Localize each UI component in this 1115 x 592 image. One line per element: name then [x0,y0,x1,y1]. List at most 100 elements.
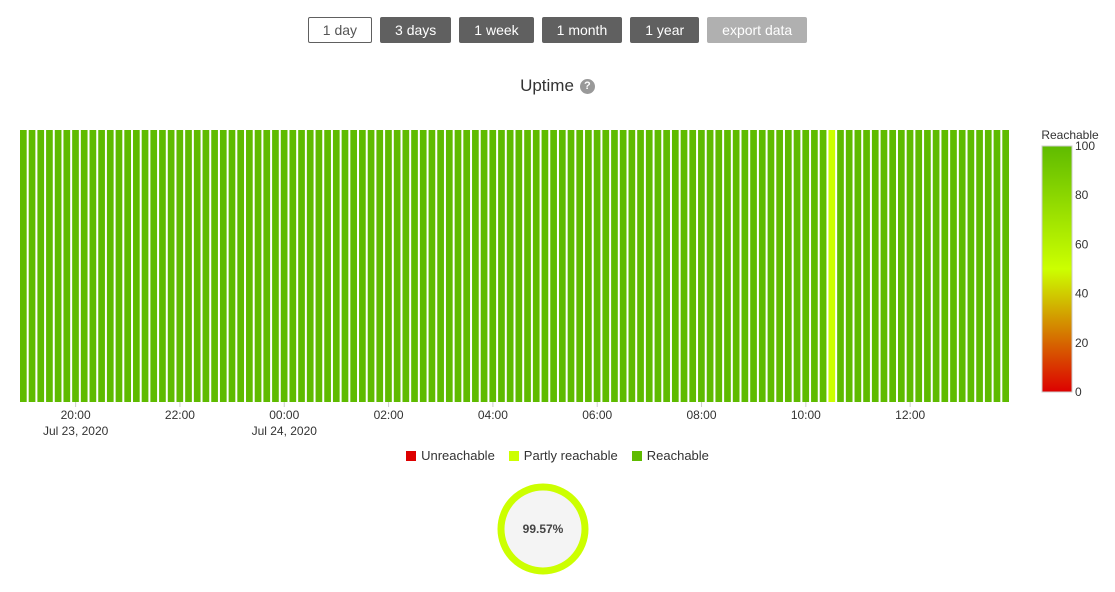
heatmap-cell[interactable] [819,130,827,402]
heatmap-cell[interactable] [298,130,305,402]
heatmap-cell[interactable] [880,130,888,402]
heatmap-cell[interactable] [984,130,992,402]
heatmap-cell[interactable] [524,130,531,402]
heatmap-cell[interactable] [611,130,618,402]
heatmap-cell[interactable] [576,130,584,402]
heatmap-cell[interactable] [628,130,636,402]
heatmap-cell[interactable] [585,130,592,402]
heatmap-cell[interactable] [567,130,575,402]
heatmap-cell[interactable] [498,130,505,402]
heatmap-cell[interactable] [72,130,79,402]
heatmap-cell[interactable] [393,130,401,402]
heatmap-cell[interactable] [37,130,45,402]
legend-item-unreachable[interactable]: Unreachable [406,448,495,463]
heatmap-cell[interactable] [359,130,366,402]
heatmap-cell[interactable] [602,130,610,402]
heatmap-cell[interactable] [341,130,349,402]
heatmap-cell[interactable] [350,130,358,402]
heatmap-cell[interactable] [315,130,323,402]
heatmap-cell[interactable] [376,130,384,402]
heatmap-cell[interactable] [550,130,557,402]
heatmap-cell[interactable] [150,130,158,402]
heatmap-cell[interactable] [741,130,749,402]
heatmap-cell[interactable] [915,130,923,402]
heatmap-cell[interactable] [167,130,175,402]
heatmap-cell[interactable] [654,130,662,402]
heatmap-cell[interactable] [263,130,271,402]
heatmap-cell[interactable] [784,130,792,402]
heatmap-cell[interactable] [454,130,462,402]
heatmap-cell[interactable] [732,130,740,402]
heatmap-cell[interactable] [89,130,97,402]
heatmap-cell[interactable] [54,130,62,402]
heatmap-cell[interactable] [211,130,218,402]
heatmap-cell[interactable] [802,130,810,402]
heatmap-cell[interactable] [1002,130,1009,402]
heatmap-cell[interactable] [489,130,497,402]
heatmap-cell[interactable] [619,130,627,402]
heatmap-cell[interactable] [811,130,818,402]
heatmap-cell[interactable] [385,130,392,402]
heatmap-cell[interactable] [854,130,862,402]
heatmap-cell[interactable] [332,130,340,402]
heatmap-cell[interactable] [541,130,549,402]
heatmap-cell[interactable] [950,130,957,402]
heatmap-cell[interactable] [28,130,36,402]
heatmap-cell[interactable] [767,130,775,402]
heatmap-cell[interactable] [185,130,192,402]
heatmap-cell[interactable] [419,130,427,402]
heatmap-cell[interactable] [871,130,879,402]
heatmap-cell[interactable] [906,130,914,402]
heatmap-cell[interactable] [932,130,940,402]
heatmap-cell[interactable] [202,130,210,402]
heatmap-cell[interactable] [272,130,279,402]
heatmap-cell[interactable] [828,130,836,402]
heatmap-cell[interactable] [976,130,983,402]
heatmap-cell[interactable] [176,130,184,402]
heatmap-cell[interactable] [663,130,670,402]
heatmap-cell[interactable] [480,130,488,402]
heatmap-cell[interactable] [20,130,27,402]
heatmap-cell[interactable] [219,130,227,402]
heatmap-cell[interactable] [671,130,679,402]
heatmap-cell[interactable] [593,130,601,402]
heatmap-cell[interactable] [924,130,931,402]
heatmap-cell[interactable] [306,130,314,402]
heatmap-cell[interactable] [637,130,644,402]
heatmap-cell[interactable] [750,130,757,402]
heatmap-cell[interactable] [967,130,975,402]
heatmap-cell[interactable] [863,130,870,402]
heatmap-cell[interactable] [280,130,288,402]
heatmap-cell[interactable] [80,130,88,402]
heatmap-cell[interactable] [428,130,436,402]
heatmap-cell[interactable] [98,130,105,402]
heatmap-cell[interactable] [558,130,566,402]
legend-item-reachable[interactable]: Reachable [631,448,709,463]
heatmap-cell[interactable] [715,130,723,402]
heatmap-cell[interactable] [437,130,444,402]
heatmap-cell[interactable] [758,130,766,402]
legend-item-partly-reachable[interactable]: Partly reachable [508,448,618,463]
heatmap-cell[interactable] [228,130,236,402]
heatmap-cell[interactable] [411,130,418,402]
heatmap-cell[interactable] [324,130,331,402]
heatmap-cell[interactable] [124,130,132,402]
heatmap-cell[interactable] [680,130,688,402]
heatmap-cell[interactable] [532,130,540,402]
heatmap-cell[interactable] [724,130,731,402]
heatmap-cell[interactable] [837,130,844,402]
heatmap-cell[interactable] [254,130,262,402]
heatmap-cell[interactable] [237,130,245,402]
heatmap-cell[interactable] [941,130,949,402]
heatmap-cell[interactable] [63,130,71,402]
heatmap-cell[interactable] [472,130,479,402]
heatmap-cell[interactable] [106,130,114,402]
heatmap-cell[interactable] [246,130,253,402]
heatmap-cell[interactable] [463,130,471,402]
heatmap-cell[interactable] [645,130,653,402]
heatmap-cell[interactable] [115,130,123,402]
heatmap-cell[interactable] [793,130,801,402]
heatmap-cell[interactable] [515,130,523,402]
heatmap-cell[interactable] [445,130,453,402]
heatmap-cell[interactable] [706,130,714,402]
